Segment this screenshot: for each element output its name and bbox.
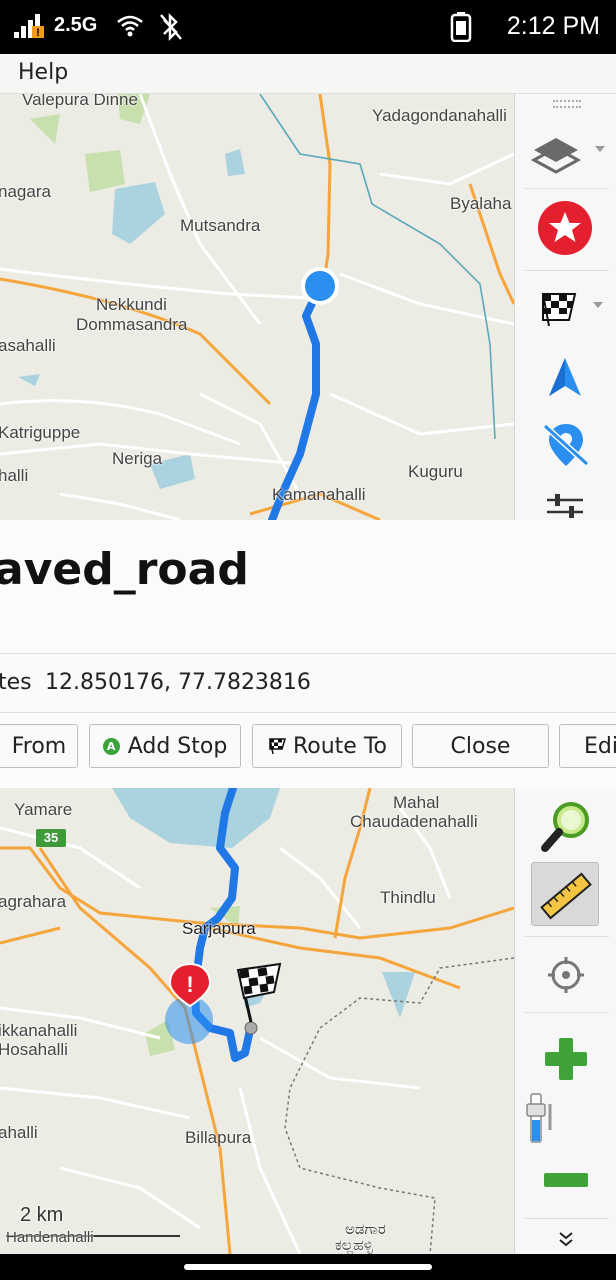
zoom-in-icon[interactable] xyxy=(543,1036,589,1082)
layers-icon[interactable] xyxy=(531,124,607,178)
map-label: halli xyxy=(0,466,29,485)
map-label: asahalli xyxy=(0,336,56,355)
coordinates-value[interactable]: 12.850176, 77.7823816 xyxy=(45,670,311,695)
top-toolbar xyxy=(514,94,616,520)
map-label: Byalaha xyxy=(450,194,512,213)
zoom-slider-handle[interactable] xyxy=(526,1103,546,1117)
system-nav-bar xyxy=(0,1254,616,1280)
close-button[interactable]: Close xyxy=(412,724,549,768)
bottom-toolbar xyxy=(514,788,616,1254)
status-bar: ! 2.5G 2:12 PM xyxy=(0,0,616,54)
edit-button[interactable]: Edi xyxy=(559,724,616,768)
add-stop-button[interactable]: A Add Stop xyxy=(89,724,241,768)
map-label: Valepura Dinne xyxy=(22,94,138,109)
coordinates-label: tes xyxy=(0,670,32,695)
route-to-label: Route To xyxy=(292,733,387,759)
top-map[interactable]: Valepura Dinne Yadagondanahalli nagara B… xyxy=(0,94,514,520)
menu-bar: Help xyxy=(0,54,616,94)
map-label: Hosahalli xyxy=(0,1040,68,1059)
bluetooth-off-icon xyxy=(160,12,182,42)
map-label: nagara xyxy=(0,182,51,201)
expand-more-icon[interactable] xyxy=(557,1230,575,1248)
map-label: Katriguppe xyxy=(0,423,81,442)
route-to-button[interactable]: Route To xyxy=(252,724,402,768)
edit-label: Edi xyxy=(584,733,616,759)
park-area xyxy=(30,114,60,144)
home-gesture-handle[interactable] xyxy=(184,1264,432,1270)
battery-icon xyxy=(450,12,472,42)
close-label: Close xyxy=(450,733,511,759)
zoom-out-icon[interactable] xyxy=(543,1170,589,1190)
map-label: Dommasandra xyxy=(76,315,188,334)
ruler-button[interactable] xyxy=(531,862,599,926)
gps-target-icon[interactable] xyxy=(547,956,585,994)
map-label: Chaudadenahalli xyxy=(350,812,478,831)
navigation-arrow-icon[interactable] xyxy=(545,356,585,400)
lake xyxy=(225,149,245,176)
map-label: Sarjapura xyxy=(182,919,256,938)
map-label: ahalli xyxy=(0,1123,38,1142)
svg-text:!: ! xyxy=(36,27,40,39)
route-to-flag-icon xyxy=(269,738,286,755)
place-title: aved_road xyxy=(0,544,249,595)
lake xyxy=(112,788,280,848)
svg-text:!: ! xyxy=(186,972,193,997)
map-label: Kuguru xyxy=(408,462,463,481)
lake xyxy=(112,182,165,244)
drag-handle-icon[interactable] xyxy=(553,100,581,108)
map-label: Billapura xyxy=(185,1128,252,1147)
ruler-icon xyxy=(540,872,592,920)
map-label: Neriga xyxy=(112,449,163,468)
coordinates-row: tes 12.850176, 77.7823816 xyxy=(0,653,616,713)
map-label: Yamare xyxy=(14,800,73,819)
search-magnifier-icon[interactable] xyxy=(539,800,595,856)
help-menu[interactable]: Help xyxy=(18,60,68,85)
map-label: ikkanahalli xyxy=(0,1021,78,1040)
map-label: ಕಲ್ಲಹಳ್ಳಿ xyxy=(335,1237,373,1254)
zoom-slider[interactable] xyxy=(523,1090,557,1146)
scale-label: 2 km xyxy=(20,1204,64,1226)
network-type: 2.5G xyxy=(54,14,98,36)
road-shield: 35 xyxy=(36,829,66,847)
clock: 2:12 PM xyxy=(506,12,600,40)
from-label: From xyxy=(11,733,67,759)
checkered-flag-icon[interactable] xyxy=(539,290,609,330)
lake xyxy=(18,374,40,386)
location-off-icon[interactable] xyxy=(541,420,591,470)
bottom-map[interactable]: ! Yamare 35 Mahal Chaudadenahalli agraha… xyxy=(0,788,514,1254)
add-stop-icon: A xyxy=(102,737,120,755)
map-label: Mutsandra xyxy=(180,216,261,235)
map-label: Handenahalli xyxy=(6,1229,94,1246)
top-map-features xyxy=(0,94,514,520)
map-label: agrahara xyxy=(0,892,67,911)
settings-sliders-icon[interactable] xyxy=(545,492,585,520)
add-stop-label: Add Stop xyxy=(127,733,228,759)
map-label: Kamanahalli xyxy=(272,485,366,504)
map-label: Nekkundi xyxy=(96,295,167,314)
park-area xyxy=(85,150,125,192)
map-label: Thindlu xyxy=(380,888,436,907)
signal-icon: ! xyxy=(14,14,44,39)
favorite-star-icon[interactable] xyxy=(537,200,595,258)
wifi-icon xyxy=(117,15,143,37)
map-label: Mahal xyxy=(393,793,440,812)
lake xyxy=(382,972,415,1018)
map-label: Yadagondanahalli xyxy=(372,106,507,125)
directions-from-button[interactable]: From xyxy=(0,724,78,768)
